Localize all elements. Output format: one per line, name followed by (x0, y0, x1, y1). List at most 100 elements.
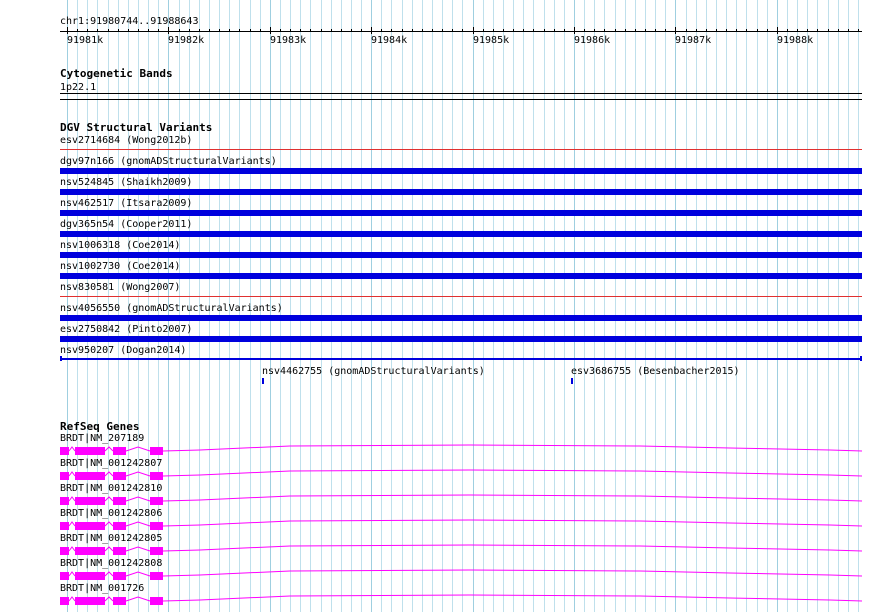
gene-model[interactable] (60, 444, 863, 455)
gene-exon (60, 447, 69, 455)
dgv-variant-line[interactable] (60, 149, 862, 150)
gene-model[interactable] (60, 594, 863, 605)
ruler-minor-tick (77, 29, 78, 32)
gene-model[interactable] (60, 469, 863, 480)
ruler-minor-tick (189, 29, 190, 32)
gene-exon (113, 497, 126, 505)
ruler-minor-tick (321, 29, 322, 32)
ruler-minor-tick (219, 29, 220, 32)
ruler-minor-tick (402, 29, 403, 32)
ruler-minor-tick (229, 29, 230, 32)
cytoband-label[interactable]: 1p22.1 (60, 82, 96, 93)
dgv-variant-bar[interactable] (60, 252, 862, 258)
ruler-major-tick (574, 27, 575, 34)
dgv-variant-bar[interactable] (60, 315, 862, 321)
dgv-variant-bar[interactable] (60, 336, 862, 342)
ruler-minor-tick (310, 29, 311, 32)
gene-exon (150, 497, 163, 505)
ruler-minor-tick (513, 29, 514, 32)
ruler-minor-tick (483, 29, 484, 32)
gene-model[interactable] (60, 569, 863, 580)
gene-model[interactable] (60, 519, 863, 530)
gene-exon (113, 572, 126, 580)
dgv-variant-label[interactable]: nsv1002730 (Coe2014) (60, 261, 180, 272)
ruler-minor-tick (209, 29, 210, 32)
ruler-tick-label: 91985k (473, 35, 510, 46)
dgv-variant-label[interactable]: nsv524845 (Shaikh2009) (60, 177, 192, 188)
gene-exon (150, 547, 163, 555)
dgv-variant-label[interactable]: nsv4056550 (gnomADStructuralVariants) (60, 303, 283, 314)
ruler-minor-tick (635, 29, 636, 32)
ruler-minor-tick (260, 29, 261, 32)
dgv-variant-label-esv3686755[interactable]: esv3686755 (Besenbacher2015) (571, 366, 740, 377)
ruler-minor-tick (239, 29, 240, 32)
ruler-minor-tick (594, 29, 595, 32)
gene-intron-line (68, 444, 863, 452)
dgv-variant-label[interactable]: dgv365n54 (Cooper2011) (60, 219, 192, 230)
ruler-tick-label: 91983k (270, 35, 307, 46)
ruler-minor-tick (442, 29, 443, 32)
dgv-variant-line[interactable] (60, 296, 862, 297)
ruler-minor-tick (179, 29, 180, 32)
dgv-variant-label[interactable]: nsv462517 (Itsara2009) (60, 198, 192, 209)
gene-intron-line (68, 569, 863, 577)
gene-exon (75, 522, 105, 530)
gene-model[interactable] (60, 544, 863, 555)
cytoband-line-top (60, 93, 862, 94)
ruler-major-tick (371, 27, 372, 34)
ruler-minor-tick (108, 29, 109, 32)
ruler-minor-tick (604, 29, 605, 32)
ruler-major-tick (67, 27, 68, 34)
ruler-minor-tick (544, 29, 545, 32)
ruler-minor-tick (493, 29, 494, 32)
ruler-minor-tick (300, 29, 301, 32)
gene-intron-line (68, 519, 863, 527)
ruler-minor-tick (696, 29, 697, 32)
ruler-minor-tick (858, 29, 859, 32)
dgv-variant-label[interactable]: nsv1006318 (Coe2014) (60, 240, 180, 251)
ruler-minor-tick (331, 29, 332, 32)
ruler-major-tick (270, 27, 271, 34)
dgv-variant-end-left (60, 356, 62, 361)
gene-exon (113, 522, 126, 530)
dgv-variant-label[interactable]: dgv97n166 (gnomADStructuralVariants) (60, 156, 277, 167)
dgv-variant-label[interactable]: nsv830581 (Wong2007) (60, 282, 180, 293)
dgv-variant-mark-nsv4462755[interactable] (262, 378, 264, 384)
dgv-variant-bar[interactable] (60, 231, 862, 237)
gene-exon (150, 522, 163, 530)
ruler-minor-tick (625, 29, 626, 32)
ruler-minor-tick (199, 29, 200, 32)
gene-exon (150, 472, 163, 480)
dgv-variant-label[interactable]: nsv950207 (Dogan2014) (60, 345, 186, 356)
ruler-major-tick (473, 27, 474, 34)
dgv-variant-label[interactable]: esv2714684 (Wong2012b) (60, 135, 192, 146)
ruler-minor-tick (706, 29, 707, 32)
gene-exon (60, 497, 69, 505)
gene-exon (150, 447, 163, 455)
ruler-minor-tick (148, 29, 149, 32)
dgv-variant-bar[interactable] (60, 168, 862, 174)
dgv-variant-mark-esv3686755[interactable] (571, 378, 573, 384)
ruler-minor-tick (381, 29, 382, 32)
dgv-variant-label[interactable]: esv2750842 (Pinto2007) (60, 324, 192, 335)
dgv-variant-bar[interactable] (60, 189, 862, 195)
gene-exon (113, 547, 126, 555)
track-title-cytogenetic-bands: Cytogenetic Bands (60, 67, 173, 80)
gene-model[interactable] (60, 494, 863, 505)
dgv-variant-bar[interactable] (60, 273, 862, 279)
dgv-variant-bar[interactable] (60, 210, 862, 216)
ruler-axis (60, 31, 862, 32)
dgv-variant-thin-bar[interactable] (60, 358, 862, 360)
gene-exon (60, 547, 69, 555)
gene-intron-line (68, 544, 863, 552)
ruler-minor-tick (665, 29, 666, 32)
ruler-minor-tick (554, 29, 555, 32)
coordinate-range: chr1:91980744..91988643 (60, 16, 199, 27)
ruler-minor-tick (838, 29, 839, 32)
dgv-variant-label-nsv4462755[interactable]: nsv4462755 (gnomADStructuralVariants) (262, 366, 485, 377)
ruler-minor-tick (280, 29, 281, 32)
ruler-minor-tick (757, 29, 758, 32)
ruler-minor-tick (828, 29, 829, 32)
ruler-minor-tick (503, 29, 504, 32)
ruler-minor-tick (412, 29, 413, 32)
